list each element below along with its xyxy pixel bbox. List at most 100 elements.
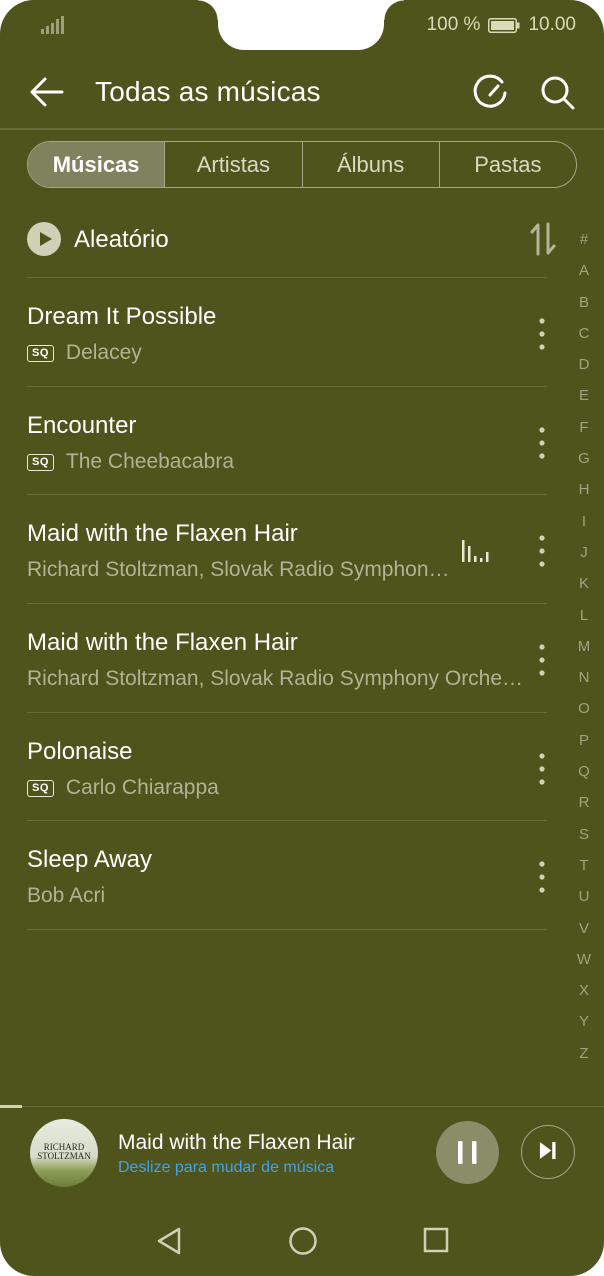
song-subtitle: SQ Carlo Chiarappa xyxy=(27,776,219,800)
back-arrow-icon[interactable] xyxy=(28,74,66,110)
mini-player-divider xyxy=(0,1106,604,1107)
song-artist: Delacey xyxy=(65,341,142,364)
system-nav-bar xyxy=(0,1212,604,1268)
nav-back-icon[interactable] xyxy=(155,1226,183,1256)
index-letter[interactable]: # xyxy=(572,228,596,259)
song-subtitle: Richard Stoltzman, Slovak Radio Symphon… xyxy=(27,558,452,582)
sort-icon[interactable] xyxy=(529,222,557,256)
index-letter[interactable]: O xyxy=(572,697,596,728)
more-vert-icon[interactable] xyxy=(535,643,549,677)
next-button[interactable] xyxy=(521,1125,575,1179)
song-subtitle: SQ The Cheebacabra xyxy=(27,450,234,474)
skip-next-icon xyxy=(539,1142,556,1160)
song-artist: The Cheebacabra xyxy=(65,450,235,473)
song-title: Maid with the Flaxen Hair xyxy=(27,520,298,547)
tab-albums[interactable]: Álbuns xyxy=(301,142,439,187)
song-row-playing[interactable]: Maid with the Flaxen Hair Richard Stoltz… xyxy=(27,496,557,604)
index-letter[interactable]: H xyxy=(572,478,596,509)
index-letter[interactable]: I xyxy=(572,510,596,541)
song-row[interactable]: Encounter SQ The Cheebacabra xyxy=(27,388,557,496)
mini-player-title[interactable]: Maid with the Flaxen Hair xyxy=(118,1131,355,1155)
song-artist: Richard Stoltzman, Slovak Radio Symphon… xyxy=(27,558,450,581)
index-letter[interactable]: Z xyxy=(572,1042,596,1073)
shuffle-label[interactable]: Aleatório xyxy=(74,226,169,254)
refresh-icon[interactable] xyxy=(470,73,510,113)
song-row[interactable]: Dream It Possible SQ Delacey xyxy=(27,279,557,387)
index-letter[interactable]: Q xyxy=(572,760,596,791)
song-artist: Richard Stoltzman, Slovak Radio Symphony… xyxy=(27,667,524,690)
index-letter[interactable]: C xyxy=(572,322,596,353)
more-vert-icon[interactable] xyxy=(535,534,549,568)
phone-screen: 100 % 10.00 Todas as músicas Músicas Art… xyxy=(0,0,604,1276)
play-circle-icon[interactable] xyxy=(27,222,61,256)
album-art[interactable]: RICHARD STOLTZMAN xyxy=(30,1119,98,1187)
index-letter[interactable]: S xyxy=(572,823,596,854)
list-divider xyxy=(27,603,547,604)
status-right: 100 % 10.00 xyxy=(427,14,576,36)
song-subtitle: Richard Stoltzman, Slovak Radio Symphony… xyxy=(27,667,527,691)
song-row[interactable]: Sleep Away Bob Acri xyxy=(27,822,557,930)
nav-home-icon[interactable] xyxy=(288,1226,318,1256)
song-subtitle: SQ Delacey xyxy=(27,341,142,365)
index-letter[interactable]: R xyxy=(572,791,596,822)
list-divider xyxy=(27,386,547,387)
tab-artists[interactable]: Artistas xyxy=(164,142,301,187)
list-divider xyxy=(27,277,547,278)
index-letter[interactable]: W xyxy=(572,948,596,979)
index-letter[interactable]: P xyxy=(572,729,596,760)
song-title: Sleep Away xyxy=(27,846,152,873)
sq-badge: SQ xyxy=(27,779,54,797)
pause-button[interactable] xyxy=(436,1121,499,1184)
tab-folders[interactable]: Pastas xyxy=(438,142,576,187)
song-title: Dream It Possible xyxy=(27,303,217,330)
mini-player-hint: Deslize para mudar de música xyxy=(118,1159,335,1176)
nav-recents-icon[interactable] xyxy=(423,1227,449,1253)
index-letter[interactable]: K xyxy=(572,572,596,603)
index-letter[interactable]: X xyxy=(572,979,596,1010)
index-letter[interactable]: D xyxy=(572,353,596,384)
index-letter[interactable]: G xyxy=(572,447,596,478)
clock: 10.00 xyxy=(528,14,576,35)
index-letter[interactable]: Y xyxy=(572,1010,596,1041)
more-vert-icon[interactable] xyxy=(535,426,549,460)
index-letter[interactable]: A xyxy=(572,259,596,290)
list-divider xyxy=(27,712,547,713)
index-letter[interactable]: E xyxy=(572,384,596,415)
list-divider xyxy=(27,494,547,495)
more-vert-icon[interactable] xyxy=(535,860,549,894)
index-letter[interactable]: T xyxy=(572,854,596,885)
battery-percent: 100 % xyxy=(426,14,481,35)
index-letter[interactable]: M xyxy=(572,635,596,666)
index-letter[interactable]: V xyxy=(572,917,596,948)
song-artist: Bob Acri xyxy=(27,884,106,907)
sq-badge: SQ xyxy=(27,344,54,362)
camera-notch xyxy=(198,0,404,50)
song-title: Encounter xyxy=(27,412,137,439)
album-art-text: STOLTZMAN xyxy=(37,1151,91,1161)
list-divider xyxy=(27,820,547,821)
index-letter[interactable]: U xyxy=(572,885,596,916)
more-vert-icon[interactable] xyxy=(535,317,549,351)
signal-icon xyxy=(41,16,64,34)
more-vert-icon[interactable] xyxy=(535,752,549,786)
search-icon[interactable] xyxy=(538,73,578,113)
index-letter[interactable]: L xyxy=(572,604,596,635)
index-letter[interactable]: N xyxy=(572,666,596,697)
song-title: Polonaise xyxy=(27,738,133,765)
song-row[interactable]: Polonaise SQ Carlo Chiarappa xyxy=(27,714,557,822)
category-tabs: Músicas Artistas Álbuns Pastas xyxy=(27,141,577,188)
app-bar: Todas as músicas xyxy=(0,60,604,126)
tab-songs[interactable]: Músicas xyxy=(28,142,165,187)
index-letter[interactable]: J xyxy=(572,541,596,572)
alphabet-index: # A B C D E F G H I J K L M N O P Q R S … xyxy=(572,228,596,1073)
song-title: Maid with the Flaxen Hair xyxy=(27,629,298,656)
list-divider xyxy=(27,929,547,930)
index-letter[interactable]: F xyxy=(572,416,596,447)
battery-icon xyxy=(488,17,520,33)
song-subtitle: Bob Acri xyxy=(27,884,105,908)
index-letter[interactable]: B xyxy=(572,291,596,322)
now-playing-equalizer-icon xyxy=(462,540,489,562)
song-artist: Carlo Chiarappa xyxy=(65,776,219,799)
page-title: Todas as músicas xyxy=(95,76,321,107)
song-row[interactable]: Maid with the Flaxen Hair Richard Stoltz… xyxy=(27,605,557,713)
